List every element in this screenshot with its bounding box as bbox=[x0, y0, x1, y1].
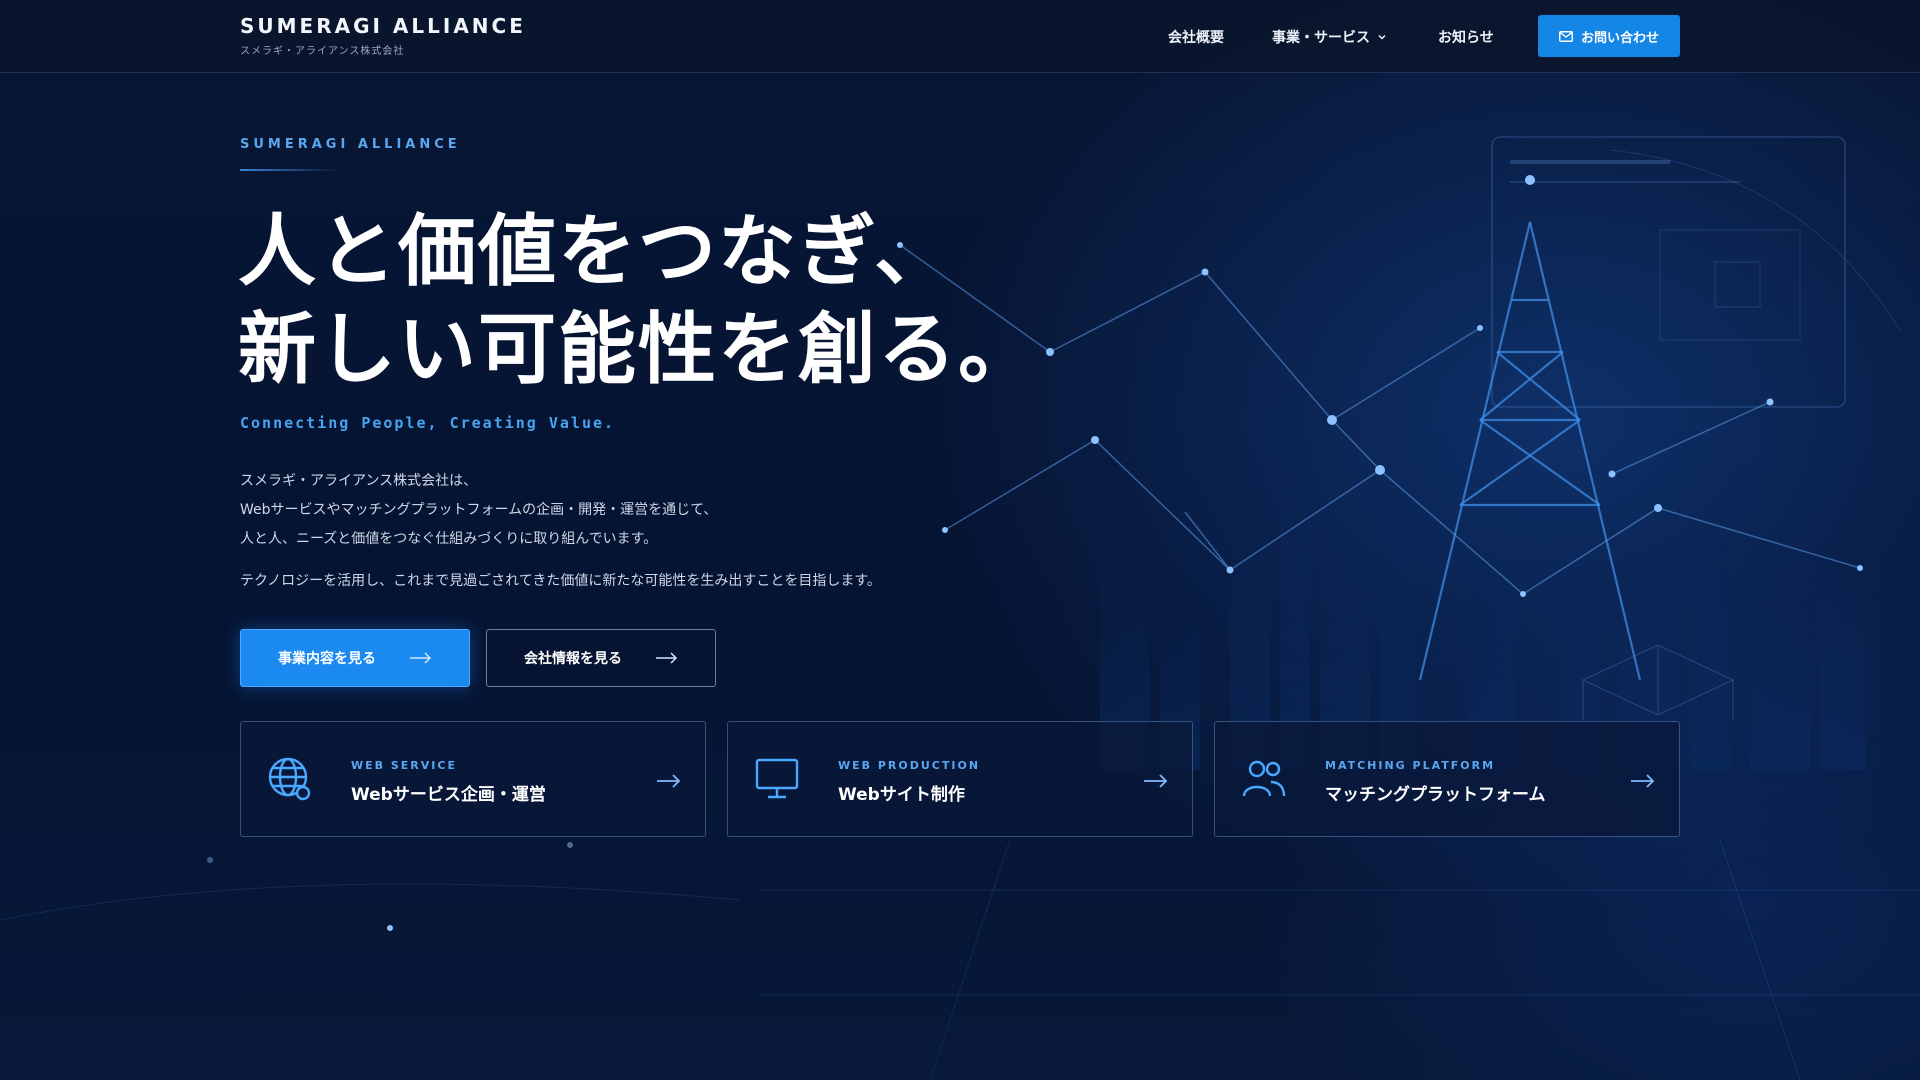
card-title: Webサービス企画・運営 bbox=[351, 785, 546, 805]
nav-item-services-label: 事業・サービス bbox=[1272, 30, 1370, 46]
description-line-1: スメラギ・アライアンス株式会社は、 bbox=[240, 473, 478, 489]
site-header: SUMERAGI ALLIANCE スメラギ・アライアンス株式会社 会社概要 事… bbox=[0, 0, 1920, 73]
site-logo[interactable]: SUMERAGI ALLIANCE スメラギ・アライアンス株式会社 bbox=[240, 14, 526, 57]
contact-button-label: お問い合わせ bbox=[1580, 30, 1659, 46]
logo-title: SUMERAGI ALLIANCE bbox=[240, 14, 526, 38]
chevron-down-icon bbox=[1378, 34, 1386, 40]
service-card-matching-platform[interactable]: MATCHING PLATFORM マッチングプラットフォーム bbox=[1214, 721, 1680, 837]
eyebrow-divider bbox=[240, 169, 340, 171]
arrow-right-icon bbox=[410, 652, 432, 664]
logo-subtitle: スメラギ・アライアンス株式会社 bbox=[240, 46, 405, 57]
headline-line-2: 新しい可能性を創る。 bbox=[238, 305, 1039, 395]
view-services-button[interactable]: 事業内容を見る bbox=[240, 629, 470, 687]
arrow-right-icon bbox=[1144, 774, 1168, 788]
card-kicker: MATCHING PLATFORM bbox=[1325, 759, 1496, 772]
view-services-label: 事業内容を見る bbox=[278, 651, 376, 667]
hero-tagline: Connecting People, Creating Value. bbox=[240, 414, 616, 432]
headline-line-1: 人と価値をつなぎ、 bbox=[238, 207, 955, 297]
service-card-web-service[interactable]: WEB SERVICE Webサービス企画・運営 bbox=[240, 721, 706, 837]
arrow-right-icon bbox=[656, 652, 678, 664]
nav-item-about[interactable]: 会社概要 bbox=[1168, 27, 1224, 47]
view-company-button[interactable]: 会社情報を見る bbox=[486, 629, 716, 687]
arrow-right-icon bbox=[1631, 774, 1655, 788]
description-line-2: Webサービスやマッチングプラットフォームの企画・開発・運営を通じて、 bbox=[240, 502, 718, 518]
monitor-icon bbox=[755, 758, 799, 799]
mail-icon bbox=[1559, 30, 1573, 42]
hero-description-2: テクノロジーを活用し、これまで見過ごされてきた価値に新たな可能性を生み出すことを… bbox=[240, 573, 881, 589]
nav-item-services[interactable]: 事業・サービス bbox=[1272, 27, 1388, 47]
globe-icon bbox=[268, 757, 311, 801]
nav-item-news-label: お知らせ bbox=[1438, 30, 1494, 46]
card-kicker: WEB SERVICE bbox=[351, 759, 457, 772]
view-company-label: 会社情報を見る bbox=[524, 651, 622, 667]
card-kicker: WEB PRODUCTION bbox=[838, 759, 981, 772]
nav-item-news[interactable]: お知らせ bbox=[1438, 27, 1494, 47]
card-title: マッチングプラットフォーム bbox=[1325, 785, 1546, 805]
card-title: Webサイト制作 bbox=[838, 785, 965, 805]
users-icon bbox=[1242, 760, 1286, 797]
arrow-right-icon bbox=[657, 774, 681, 788]
service-card-web-production[interactable]: WEB PRODUCTION Webサイト制作 bbox=[727, 721, 1193, 837]
nav-item-about-label: 会社概要 bbox=[1168, 30, 1224, 46]
hero-description: スメラギ・アライアンス株式会社は、 Webサービスやマッチングプラットフォームの… bbox=[240, 467, 717, 554]
hero-eyebrow: SUMERAGI ALLIANCE bbox=[240, 137, 461, 152]
description-line-3: 人と人、ニーズと価値をつなぐ仕組みづくりに取り組んでいます。 bbox=[240, 531, 658, 547]
hero-headline: 人と価値をつなぎ、 新しい可能性を創る。 bbox=[238, 203, 1038, 399]
contact-button[interactable]: お問い合わせ bbox=[1538, 15, 1680, 57]
